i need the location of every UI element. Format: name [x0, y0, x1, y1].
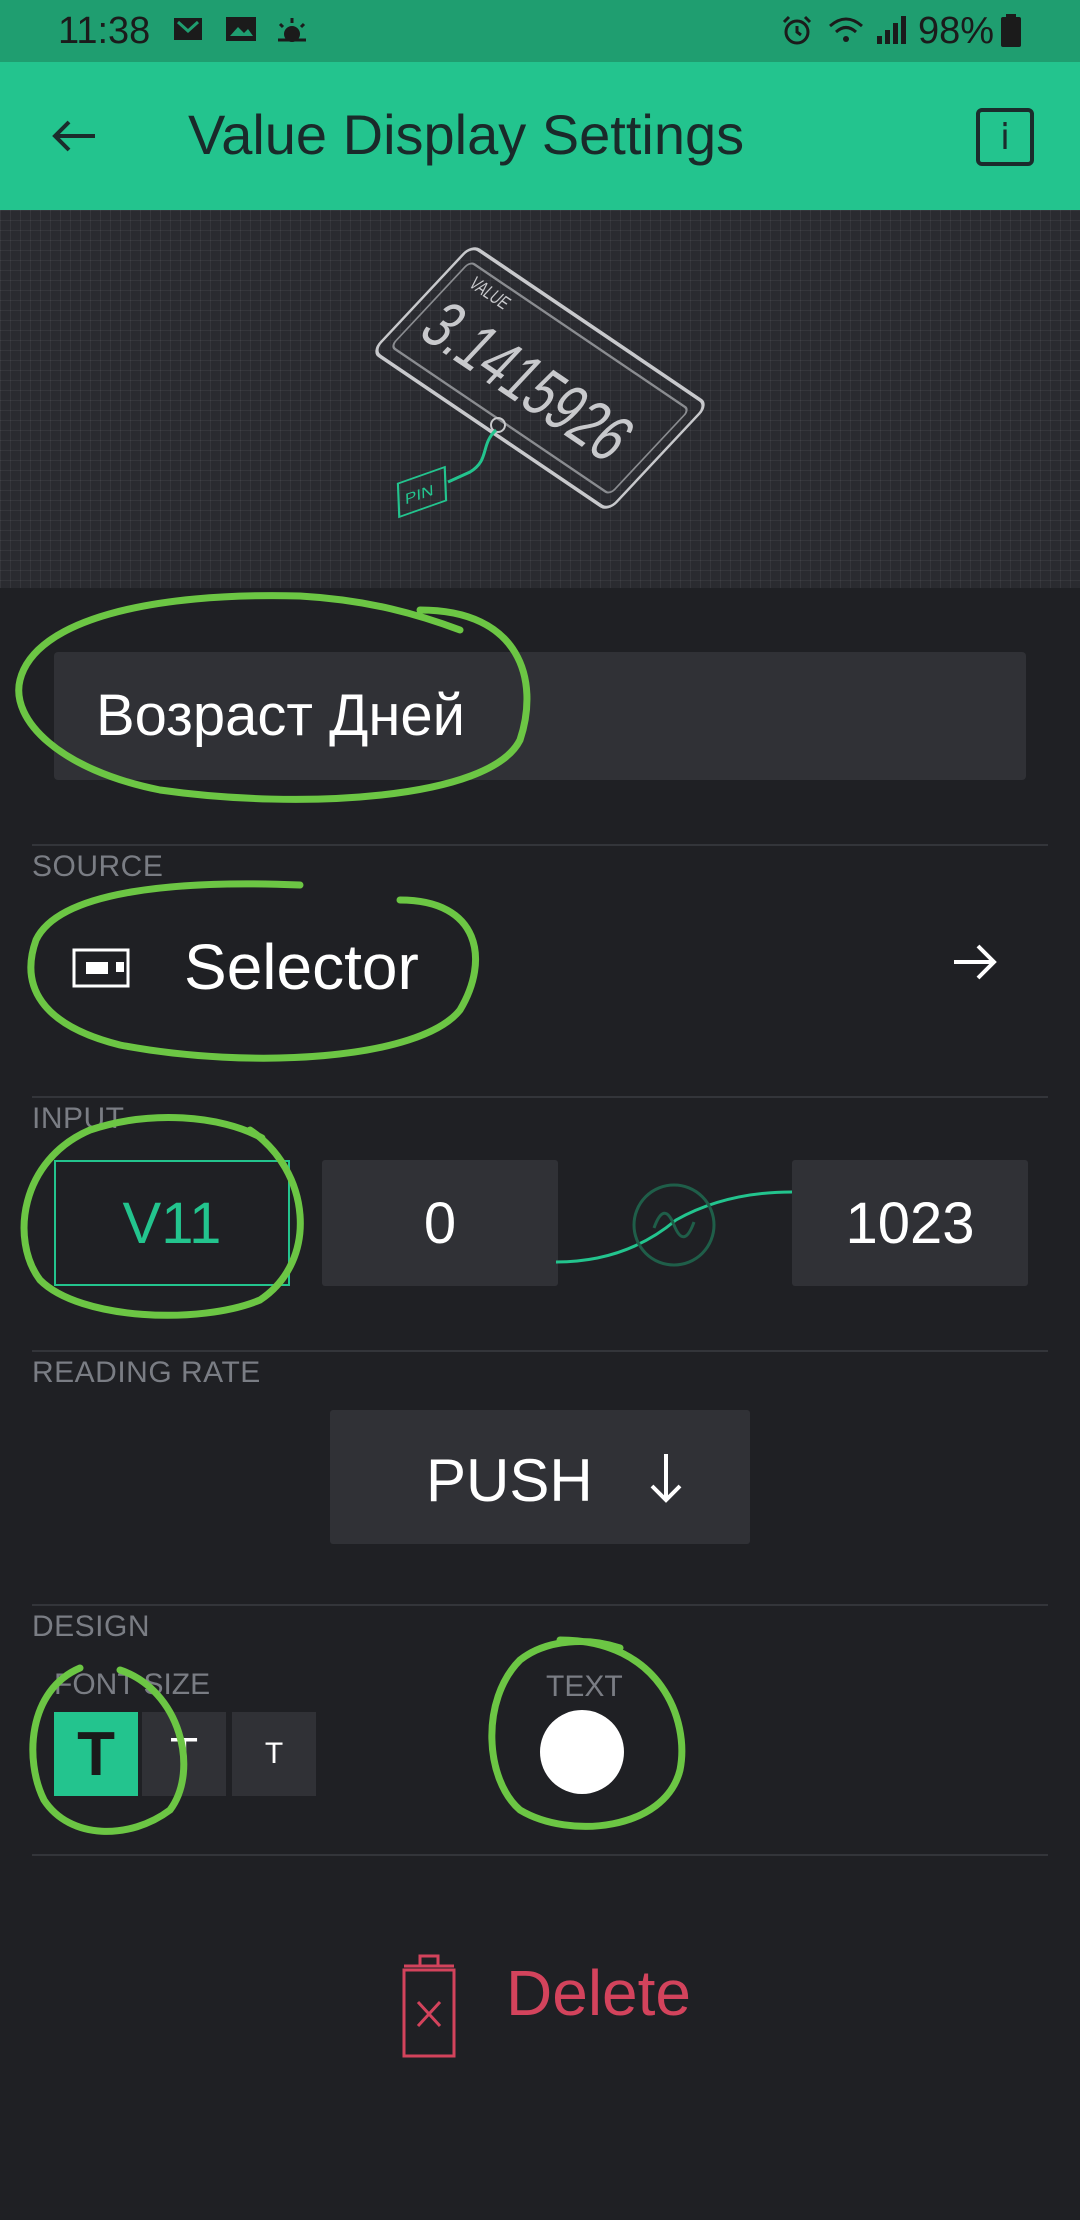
divider: [32, 844, 1048, 846]
font-size-medium-button[interactable]: T: [142, 1712, 226, 1796]
status-time: 11:38: [58, 10, 151, 52]
divider: [32, 1604, 1048, 1606]
battery-icon: [1001, 14, 1021, 47]
signal-icon: [877, 16, 906, 44]
reading-rate-value: PUSH: [426, 1447, 593, 1514]
app-bar: Value Display Settings i: [0, 62, 1080, 210]
back-arrow-icon: [52, 120, 95, 152]
font-size-large-label: T: [77, 1719, 115, 1789]
battery-percent: 98%: [918, 10, 995, 52]
delete-label: Delete: [506, 1957, 691, 2029]
trash-icon: [402, 1954, 456, 2058]
source-selector-row[interactable]: Selector: [32, 890, 1048, 1050]
text-color-label: TEXT: [546, 1670, 623, 1703]
delete-button[interactable]: Delete: [396, 1946, 716, 2066]
pin-value: V11: [122, 1190, 222, 1256]
gmail-icon: [174, 18, 202, 40]
font-size-small-label: T: [264, 1737, 284, 1770]
divider: [32, 1350, 1048, 1352]
source-device-label: Selector: [184, 931, 419, 1003]
chevron-down-icon: [650, 1454, 682, 1503]
text-color-swatch[interactable]: [540, 1710, 624, 1794]
device-icon: [72, 948, 130, 988]
preview-pin-caption: PIN: [405, 481, 434, 508]
status-bar: 11:38 98%: [0, 0, 1080, 62]
font-size-small-button[interactable]: T: [232, 1712, 316, 1796]
divider: [32, 1096, 1048, 1098]
widget-name-input[interactable]: Возраст Дней: [54, 652, 1026, 780]
reading-rate-section-label: READING RATE: [32, 1356, 261, 1389]
info-icon: i: [999, 116, 1010, 158]
widget-name-value: Возраст Дней: [96, 683, 466, 748]
gallery-icon: [226, 17, 256, 41]
value-display-illustration: VALUE 3.1415926 PIN: [375, 247, 705, 519]
font-size-label: FONT SIZE: [54, 1668, 211, 1701]
min-value-input[interactable]: 0: [322, 1160, 558, 1286]
mapping-curve-icon: [556, 1183, 792, 1267]
max-value: 1023: [845, 1190, 975, 1256]
info-button[interactable]: i: [976, 108, 1034, 166]
pin-select-button[interactable]: V11: [54, 1160, 290, 1286]
alarm-icon: [782, 15, 812, 45]
font-size-large-button[interactable]: T: [54, 1712, 138, 1796]
page-title: Value Display Settings: [188, 103, 745, 166]
source-section-label: SOURCE: [32, 850, 164, 883]
max-value-input[interactable]: 1023: [792, 1160, 1028, 1286]
divider: [32, 1854, 1048, 1856]
weather-icon: [278, 18, 306, 42]
design-section-label: DESIGN: [32, 1610, 151, 1643]
arrow-right-icon: [954, 944, 997, 980]
min-value: 0: [423, 1190, 457, 1256]
wifi-icon: [829, 17, 863, 42]
reading-rate-dropdown[interactable]: PUSH: [330, 1410, 750, 1544]
back-button[interactable]: [40, 102, 108, 170]
font-size-medium-label: T: [169, 1728, 199, 1780]
input-section-label: INPUT: [32, 1102, 125, 1135]
widget-preview: VALUE 3.1415926 PIN: [0, 210, 1080, 588]
